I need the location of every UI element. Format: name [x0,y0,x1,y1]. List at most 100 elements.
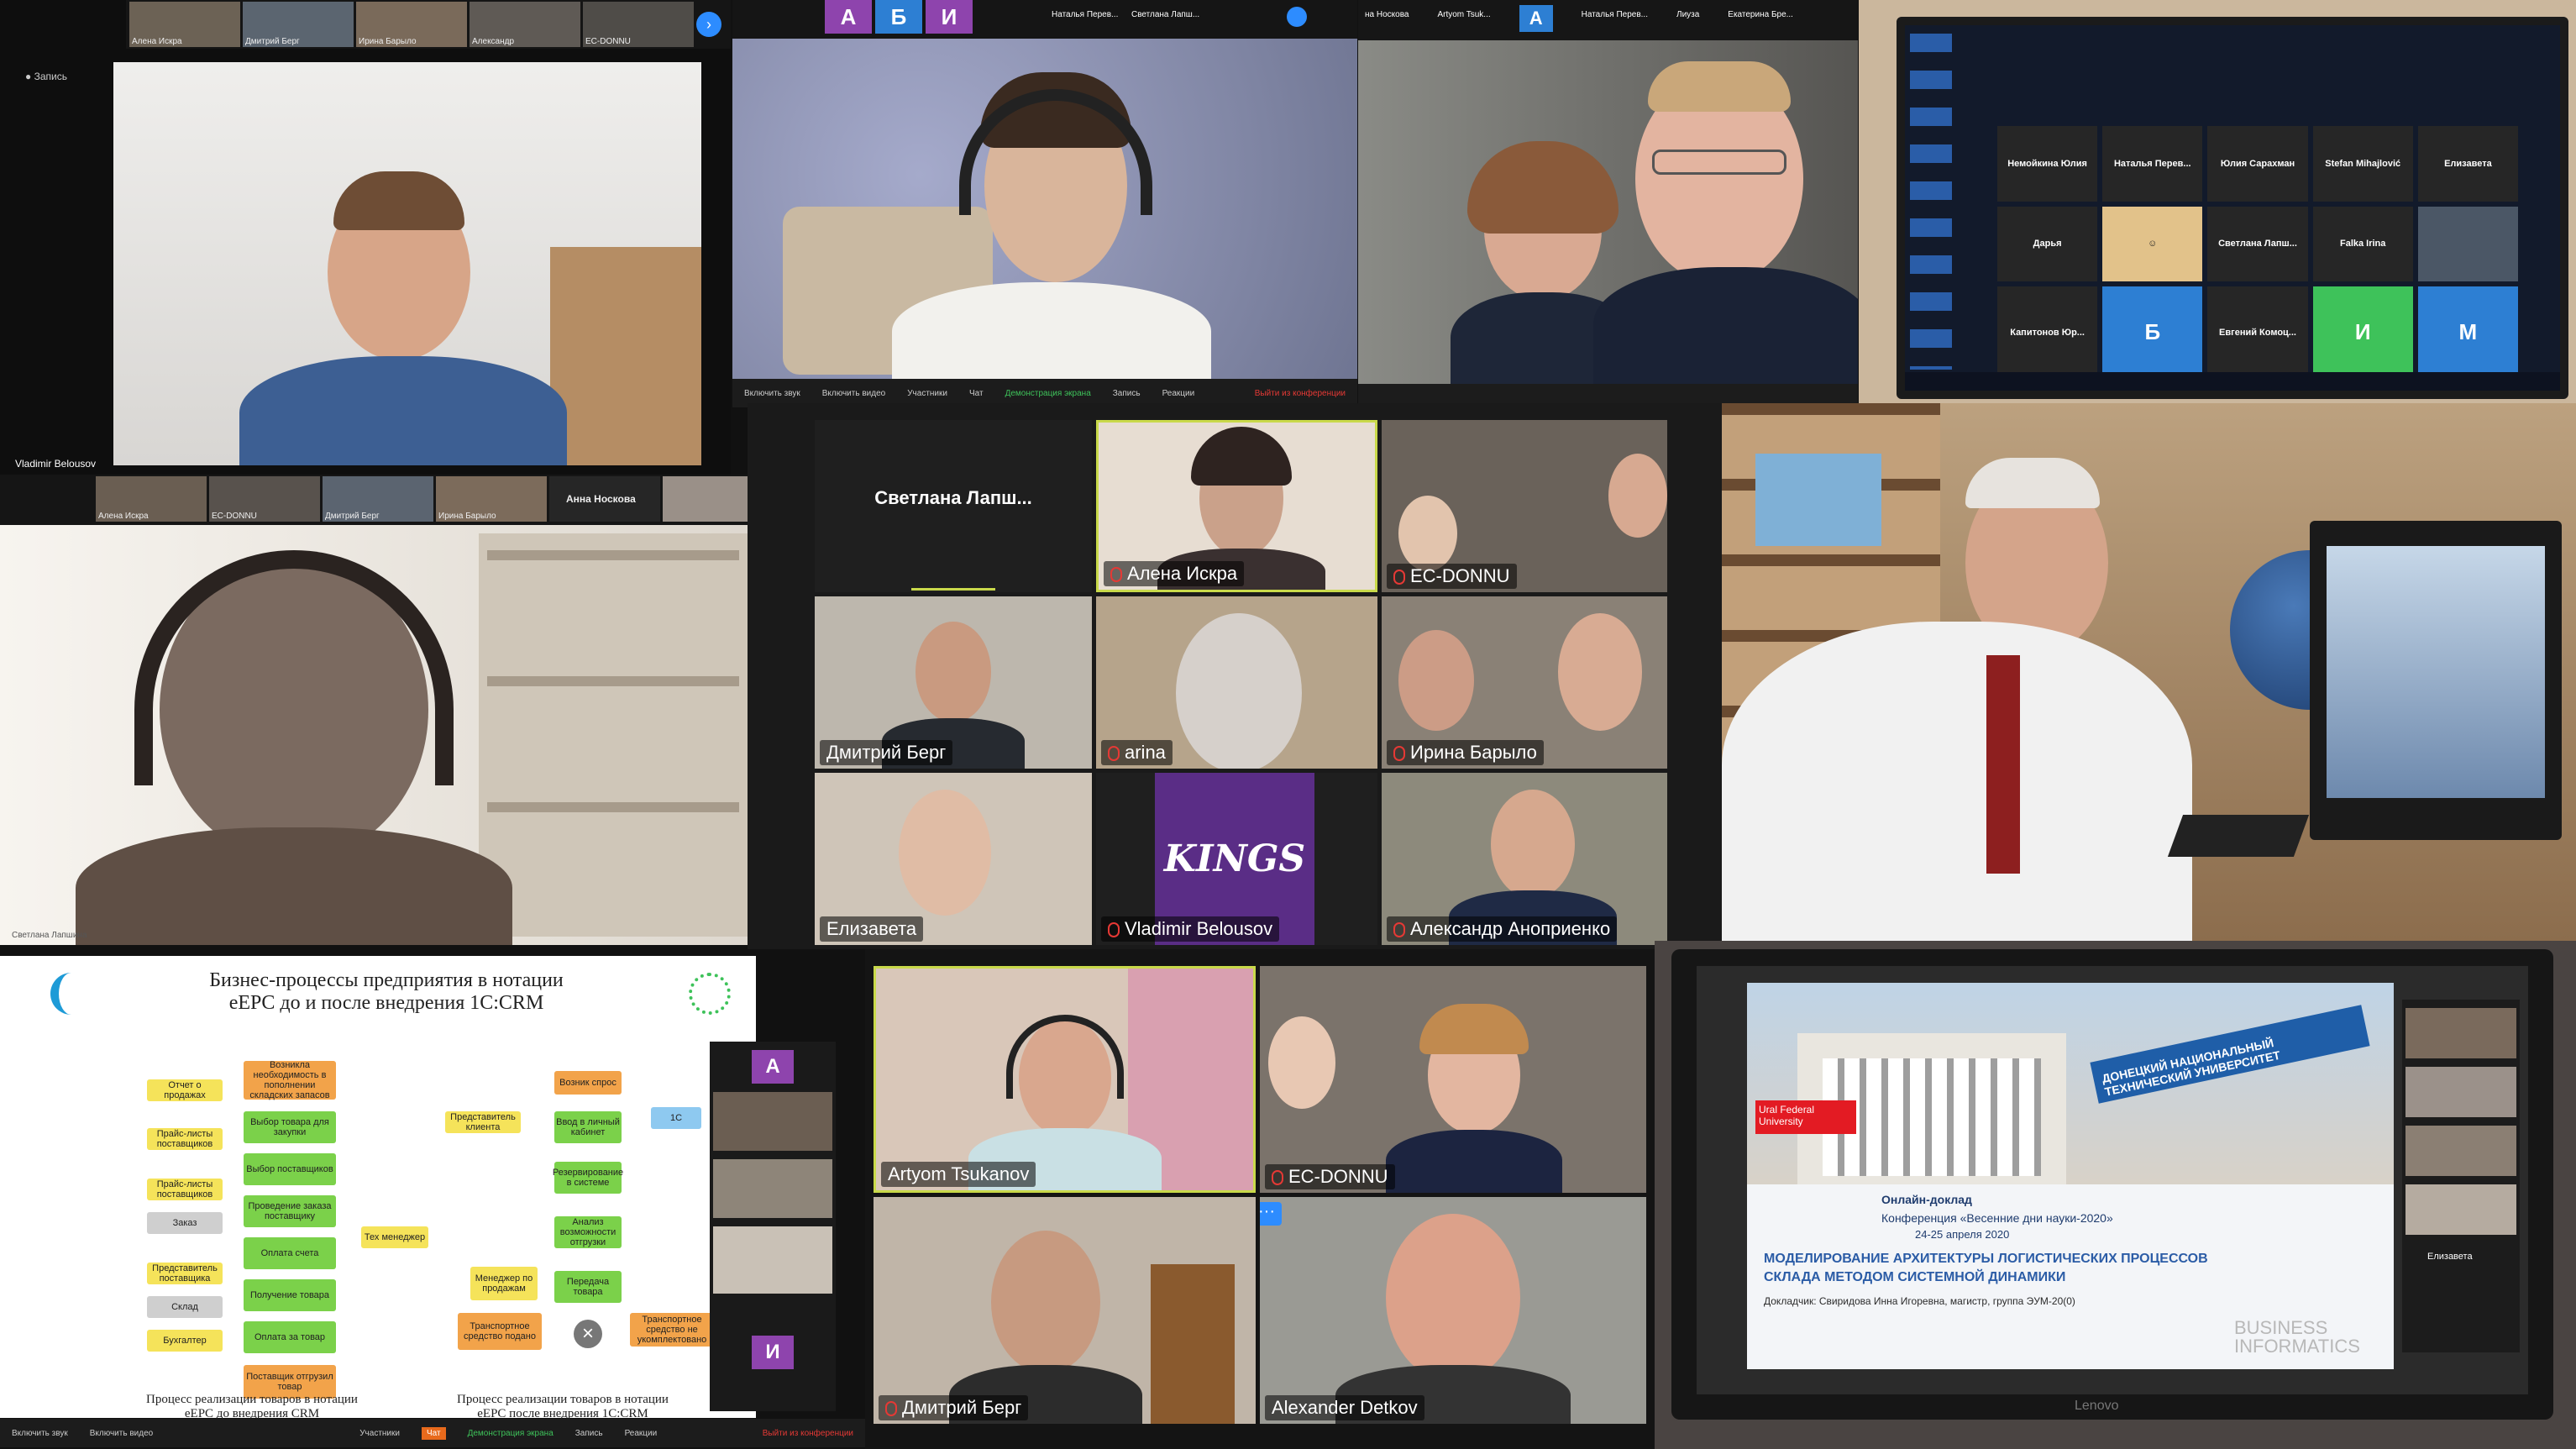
side-thumb[interactable] [2405,1008,2516,1058]
record-button[interactable]: Запись [575,1429,603,1438]
side-thumb[interactable] [713,1159,832,1218]
strip-thumb[interactable]: Ирина Барыло [356,2,467,47]
gallery-tile[interactable]: Falka Irina [2312,206,2413,282]
gallery-tile[interactable]: Ирина Барыло [1382,596,1667,769]
flow-role: Склад [147,1296,223,1318]
gallery-tile[interactable]: Alexander Detkov ··· [1260,1197,1646,1424]
gallery-tile[interactable]: Наталья Перев... [2102,126,2203,202]
university-banner: ДОНЕЦКИЙ НАЦИОНАЛЬНЫЙ ТЕХНИЧЕСКИЙ УНИВЕР… [2090,1005,2370,1104]
gallery-tile[interactable]: Дарья [1997,206,2098,282]
gallery-tile[interactable]: И [2312,286,2413,378]
participant-name: Vladimir Belousov [1101,916,1280,942]
gallery-tile[interactable]: М [2417,286,2518,378]
body [1386,1130,1562,1193]
record-button[interactable]: Запись [1113,389,1141,398]
gallery-tile[interactable]: Елизавета [2417,126,2518,202]
gallery-tile[interactable]: Artyom Tsukanov [874,966,1256,1193]
gallery-tile[interactable]: KINGS Vladimir Belousov [1096,773,1377,945]
face [991,1231,1100,1373]
side-thumb[interactable] [713,1092,832,1151]
mute-button[interactable]: Включить звук [12,1429,68,1438]
topic-line-2: СКЛАДА МЕТОДОМ СИСТЕМНОЙ ДИНАМИКИ [1764,1270,2066,1284]
side-thumb[interactable] [713,1226,832,1294]
avatar-a[interactable]: А [752,1050,794,1084]
strip-thumb[interactable]: Александр [470,2,580,47]
video-button[interactable]: Включить видео [90,1429,154,1438]
strip-next-arrow-icon[interactable]: › [696,12,721,37]
strip-thumb[interactable]: Дмитрий Берг [243,2,354,47]
gallery-tile[interactable]: Капитонов Юр... [1997,286,2098,378]
strip-next-arrow-icon[interactable] [1287,7,1307,27]
conference-dates: 24-25 апреля 2020 [1915,1228,2010,1241]
top-name: на Носкова [1365,10,1409,19]
avatar-b[interactable]: Б [875,0,922,34]
monitor [2310,521,2562,840]
strip-thumb[interactable]: Ирина Барыло [436,476,547,522]
participant-name: Елизавета [820,916,924,942]
reactions-button[interactable]: Реакции [1162,389,1195,398]
strip-thumb[interactable]: Алена Искра [96,476,207,522]
avatar-a[interactable]: А [825,0,872,34]
gallery-tile[interactable]: ☺ [2102,206,2203,282]
ural-logo: Ural Federal University [1755,1100,1856,1134]
more-options-icon[interactable]: ··· [1260,1202,1282,1226]
gallery-tile[interactable]: Евгений Комоц... [2207,286,2308,378]
chat-button[interactable]: Чат [421,1426,446,1440]
gallery-tile-text[interactable]: Светлана Лапш... [815,420,1092,592]
muted-mic-icon [1110,567,1122,582]
slide-title: Бизнес-процессы предприятия в нотации eE… [209,969,564,1014]
gallery-tile[interactable]: Светлана Лапш... [2207,206,2308,282]
participant-name: arina [1101,740,1173,765]
leave-meeting-button[interactable]: Выйти из конференции [763,1429,853,1438]
avatar-i[interactable]: И [926,0,973,34]
gallery-tile[interactable]: Б [2102,286,2203,378]
share-screen-button[interactable]: Демонстрация экрана [1005,389,1091,398]
flow-function: Оплата за товар [244,1321,336,1353]
participant-name: Александр Аноприенко [1387,916,1618,942]
gallery-tile[interactable]: Stefan Mihajlović [2312,126,2413,202]
speaker-video [1358,40,1858,385]
share-screen-button[interactable]: Демонстрация экрана [468,1429,553,1438]
gallery-tile[interactable]: Алена Искра [1096,420,1377,592]
online-label: Онлайн-доклад [1881,1193,1972,1206]
gallery-tile[interactable]: Дмитрий Берг [815,596,1092,769]
flow-role: Бухгалтер [147,1330,223,1352]
side-thumb[interactable] [2405,1126,2516,1176]
side-thumb[interactable] [2405,1067,2516,1117]
gallery-tile[interactable]: arina [1096,596,1377,769]
reactions-button[interactable]: Реакции [625,1429,658,1438]
chat-button[interactable]: Чат [969,389,984,398]
strip-name: EC-DONNU [585,37,631,46]
business-informatics-logo: BUSINESS INFORMATICS [2234,1317,2360,1357]
flow-role: Представитель клиента [445,1111,521,1133]
video-button[interactable]: Включить видео [822,389,886,398]
leave-meeting-button[interactable]: Выйти из конференции [1255,389,1346,398]
strip-thumb[interactable]: Дмитрий Берг [323,476,433,522]
strip-thumb[interactable]: EC-DONNU [583,2,694,47]
gallery-tile[interactable]: Дмитрий Берг [874,1197,1256,1424]
avatar-i[interactable]: И [752,1336,794,1369]
strip-name: Ирина Барыло [359,37,417,46]
participants-button[interactable]: Участники [907,389,947,398]
gallery-tile[interactable]: Александр Аноприенко [1382,773,1667,945]
flow-event: Возник спрос [554,1071,622,1095]
gallery-tile[interactable]: EC-DONNU [1382,420,1667,592]
gallery-tile[interactable]: EC-DONNU [1260,966,1646,1193]
flow-function: Выбор товара для закупки [244,1111,336,1143]
strip-thumb[interactable]: EC-DONNU [209,476,320,522]
participants-button[interactable]: Участники [359,1429,400,1438]
mute-button[interactable]: Включить звук [744,389,800,398]
gallery-tile[interactable]: Немойкина Юлия [1997,126,2098,202]
avatar-a[interactable]: А [1519,5,1553,32]
gallery-tile[interactable]: Елизавета [815,773,1092,945]
strip-thumb[interactable] [663,476,755,522]
strip-name: Ирина Барыло [438,512,496,521]
strip-thumb[interactable]: Алена Искра [129,2,240,47]
side-thumb[interactable] [2405,1184,2516,1235]
headset-icon [1006,1015,1124,1099]
gallery-tile[interactable]: Юлия Сарахман [2207,126,2308,202]
strip-thumb[interactable]: Анна Носкова [549,476,660,522]
flow-event: Транспортное средство подано [458,1313,542,1350]
face [1176,613,1302,769]
gallery-tile[interactable] [2417,206,2518,282]
